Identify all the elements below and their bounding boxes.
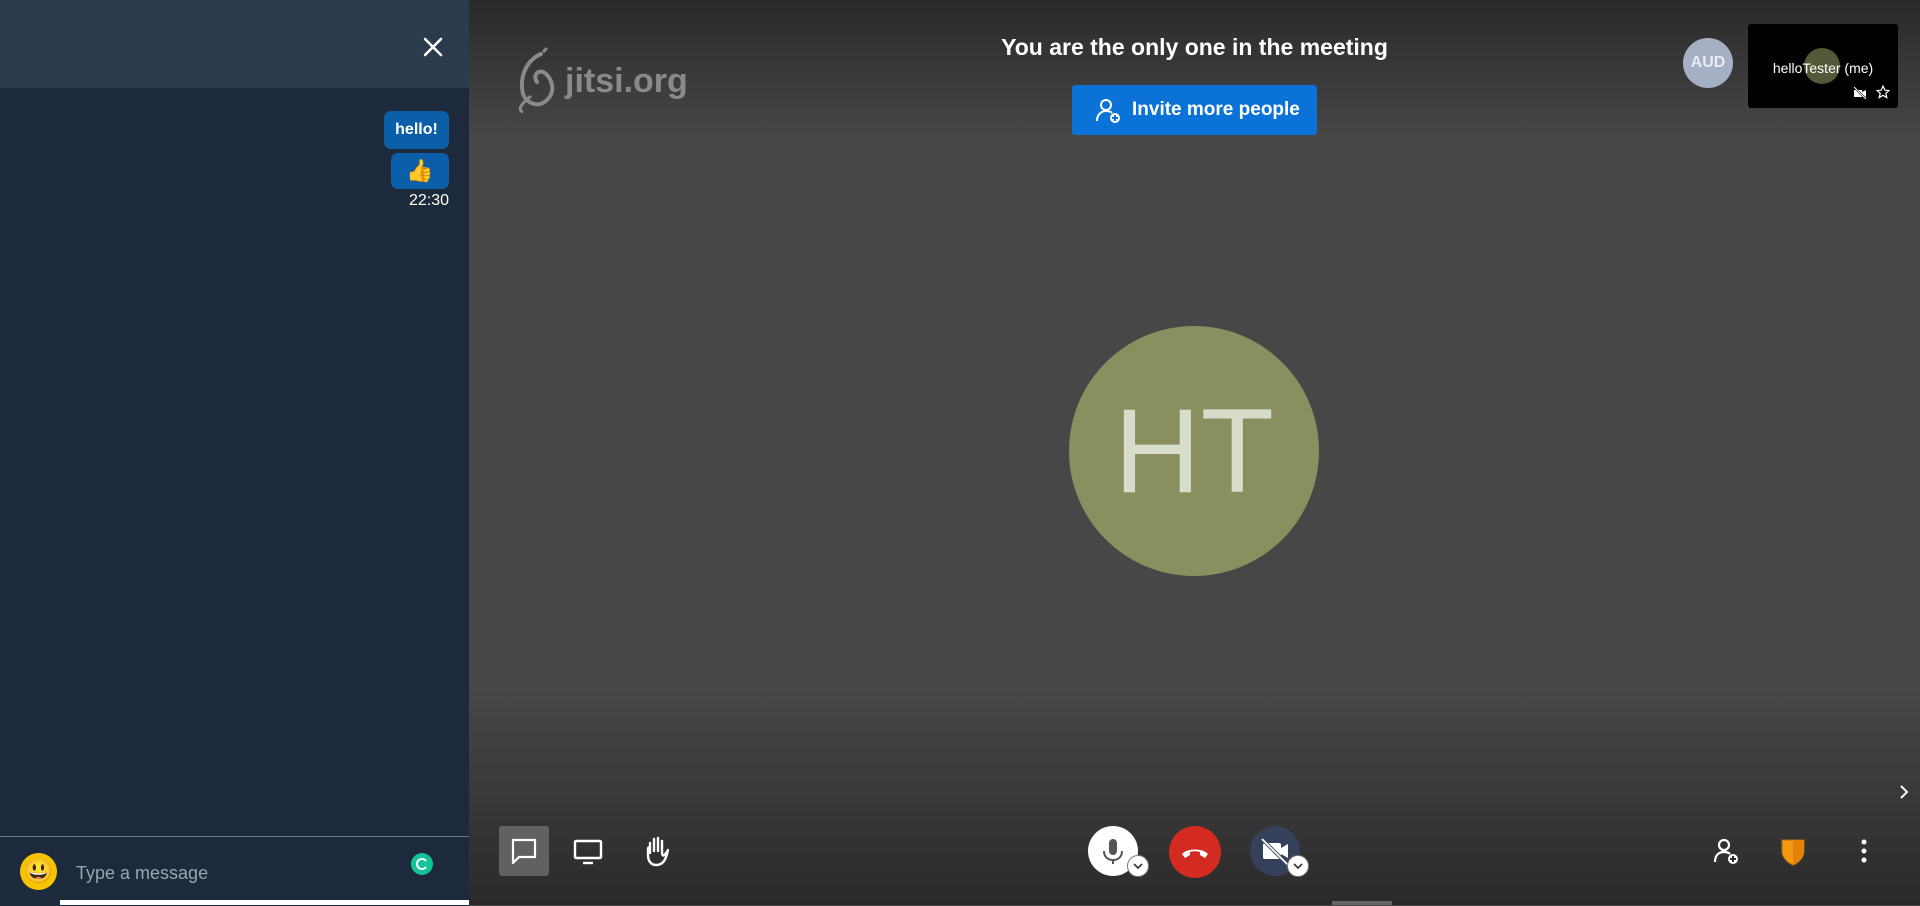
phone-hangup-icon	[1182, 849, 1208, 858]
grammarly-icon[interactable]	[411, 853, 433, 875]
chat-message-input[interactable]	[74, 855, 398, 891]
emoji-picker-button[interactable]: 😃	[20, 853, 57, 890]
message-timestamp: 22:30	[408, 192, 449, 209]
invite-more-people-button[interactable]: Invite more people	[1072, 85, 1317, 135]
chat-message-emoji: 👍	[391, 153, 449, 189]
chat-scrollbar[interactable]	[60, 900, 490, 905]
chat-icon	[511, 838, 537, 865]
chat-header	[0, 0, 469, 88]
shield-icon	[1781, 839, 1805, 866]
add-person-icon	[1713, 838, 1738, 864]
add-person-icon	[1096, 99, 1120, 123]
toolbar-bottom-indicator	[1332, 901, 1392, 905]
chat-panel: hello! 👍 22:30 😃	[0, 0, 490, 906]
raise-hand-button[interactable]	[639, 833, 675, 869]
chat-message: hello!	[384, 111, 449, 149]
participant-name: helloTester (me)	[1772, 60, 1874, 76]
screen-share-button[interactable]	[570, 833, 606, 869]
camera-options-chevron-down-icon[interactable]	[1287, 855, 1309, 877]
monitor-icon	[573, 839, 603, 865]
local-video-thumbnail[interactable]: helloTester (me)	[1748, 24, 1898, 108]
chat-toggle-button[interactable]	[499, 826, 549, 876]
more-vertical-icon	[1861, 839, 1867, 863]
invite-button-label: Invite more people	[1132, 99, 1300, 120]
more-actions-button[interactable]	[1849, 834, 1879, 868]
camera-off-icon	[1853, 86, 1867, 100]
chevron-right-icon[interactable]	[1896, 784, 1912, 800]
dominant-speaker-avatar: HT	[1069, 326, 1319, 576]
chat-input-bar: 😃	[0, 836, 469, 906]
jitsi-logo-text: jitsi.org	[565, 62, 688, 100]
hangup-button[interactable]	[1169, 826, 1221, 878]
hand-icon	[646, 836, 670, 867]
security-options-button[interactable]	[1776, 834, 1810, 868]
star-icon	[1876, 85, 1890, 99]
audience-avatar[interactable]: AUD	[1683, 38, 1733, 88]
mic-options-chevron-down-icon[interactable]	[1127, 855, 1149, 877]
invite-participant-button[interactable]	[1709, 834, 1743, 868]
conference-stage: jitsi.org You are the only one in the me…	[469, 0, 1920, 905]
close-icon[interactable]	[418, 32, 448, 62]
